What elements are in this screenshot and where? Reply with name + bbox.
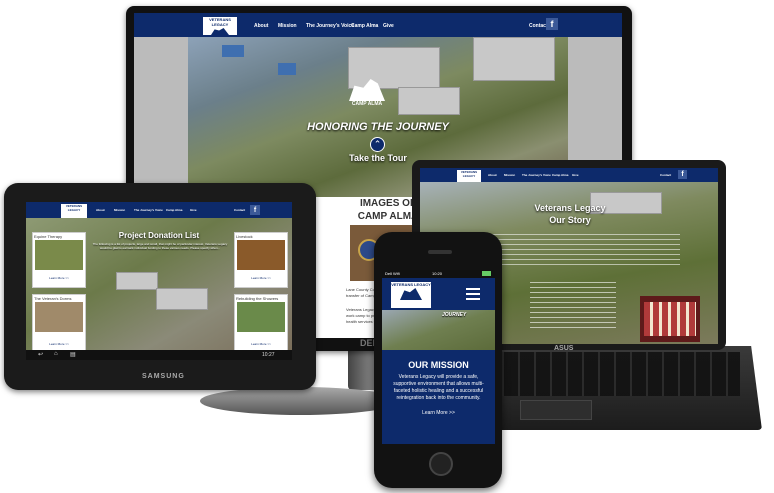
recent-apps-icon[interactable]: ▤: [70, 351, 76, 358]
learn-more-link[interactable]: Learn More >>: [235, 342, 287, 346]
card-title: Livestock: [236, 234, 253, 239]
tablet-navbar: VETERANS LEGACY About Mission The Journe…: [26, 202, 292, 219]
card-title: Equine Therapy: [34, 234, 63, 239]
tablet-page-title: Project Donation List: [118, 231, 200, 240]
phone-speaker: [428, 250, 452, 254]
learn-more-link[interactable]: Learn More >>: [235, 276, 287, 280]
dining-hall-image[interactable]: [640, 296, 700, 342]
phone-screen: Dell Wifi 10:20 VETERANS LEGACY JOURNEY …: [382, 270, 495, 444]
laptop-touchpad: [520, 400, 592, 420]
logo-text: VETERANS LEGACY: [460, 170, 478, 178]
mission-section: OUR MISSION Veterans Legacy will provide…: [382, 350, 495, 444]
learn-more-link[interactable]: Learn More >>: [33, 276, 85, 280]
learn-more-link[interactable]: Learn More >>: [33, 342, 85, 346]
building-image: [156, 288, 208, 310]
caption-text: health services fo: [346, 319, 378, 324]
card-image: [35, 302, 83, 332]
nav-give[interactable]: Give: [383, 23, 394, 29]
monitor-base: [200, 387, 400, 415]
nav-about[interactable]: About: [488, 173, 497, 177]
project-card[interactable]: Rebuilding the Showers Learn More >>: [234, 294, 288, 356]
caption-text: transfer of Camp: [346, 293, 376, 298]
card-image: [237, 240, 285, 270]
building-image: [116, 272, 158, 290]
laptop-story-text: [530, 282, 616, 332]
mission-text: Veterans Legacy will provide a safe, sup…: [393, 374, 484, 401]
phone-home-button[interactable]: [429, 452, 453, 476]
back-icon[interactable]: ↩: [38, 351, 43, 358]
phone-statusbar: Dell Wifi 10:20: [382, 270, 495, 278]
nav-journeys-voice[interactable]: The Journey's Voice: [134, 208, 163, 212]
tablet-clock: 10:27: [262, 352, 275, 358]
logo[interactable]: VETERANS LEGACY: [202, 16, 238, 36]
nav-about[interactable]: About: [96, 208, 105, 212]
laptop-title-line: Our Story: [549, 215, 591, 225]
building-image: [398, 87, 460, 115]
laptop-brand-logo: ASUS: [554, 345, 574, 352]
nav-journeys-voice[interactable]: The Journey's Voice: [306, 23, 354, 29]
tablet-brand-logo: SAMSUNG: [142, 373, 185, 380]
project-card[interactable]: Livestock Learn More >>: [234, 232, 288, 288]
building-image: [473, 37, 555, 81]
android-navbar: ↩ ⌂ ▤ 10:27: [26, 350, 292, 360]
nav-camp-alma[interactable]: Camp Alma: [351, 23, 378, 29]
project-card[interactable]: Equine Therapy Learn More >>: [32, 232, 86, 288]
mission-title: OUR MISSION: [408, 360, 469, 370]
nav-mission[interactable]: Mission: [278, 23, 297, 29]
nav-give[interactable]: Give: [572, 173, 579, 177]
laptop-title-line: Veterans Legacy: [534, 203, 606, 213]
horse-logo-icon: [211, 28, 229, 35]
project-card[interactable]: The Veteran's Dorms Learn More >>: [32, 294, 86, 356]
logo[interactable]: VETERANS LEGACY: [60, 203, 88, 219]
tablet-screen: VETERANS LEGACY About Mission The Journe…: [26, 202, 292, 360]
hero-title: HONORING THE JOURNEY: [307, 121, 449, 133]
horse-logo-icon: [349, 79, 385, 101]
laptop-hero-title: Veterans Legacy Our Story: [520, 202, 620, 226]
facebook-icon[interactable]: f: [678, 170, 687, 179]
nav-mission[interactable]: Mission: [504, 173, 515, 177]
card-title: Rebuilding the Showers: [236, 296, 279, 301]
logo-text: VETERANS LEGACY: [391, 282, 431, 287]
tablet-intro-text: The following is a list of projects, lar…: [92, 242, 228, 250]
monitor-navbar: VETERANS LEGACY About Mission The Journe…: [134, 13, 622, 37]
phone-clock: 10:20: [432, 271, 443, 276]
tent-image: [278, 63, 296, 75]
nav-give[interactable]: Give: [190, 208, 197, 212]
facebook-icon[interactable]: f: [546, 18, 558, 30]
home-icon[interactable]: ⌂: [54, 351, 58, 357]
hero-badge-text: CAMP ALMA: [351, 101, 383, 107]
logo[interactable]: VETERANS LEGACY: [390, 281, 432, 309]
nav-about[interactable]: About: [254, 23, 268, 29]
logo-text: VETERANS LEGACY: [209, 17, 231, 27]
phone-hero-image: JOURNEY: [382, 310, 495, 350]
hamburger-menu-icon[interactable]: [466, 288, 480, 300]
phone-navbar: VETERANS LEGACY: [382, 278, 495, 310]
card-image: [35, 240, 83, 270]
logo-text: VETERANS LEGACY: [65, 204, 83, 212]
camp-alma-badge: CAMP ALMA: [342, 77, 392, 111]
phone-banner-text: JOURNEY: [442, 312, 467, 318]
card-image: [237, 302, 285, 332]
nav-contact[interactable]: Contact: [234, 208, 245, 212]
nav-camp-alma[interactable]: Camp Alma: [552, 173, 568, 177]
battery-icon: [482, 271, 491, 276]
nav-journeys-voice[interactable]: The Journey's Voice: [522, 173, 551, 177]
facebook-icon[interactable]: f: [250, 205, 260, 215]
nav-mission[interactable]: Mission: [114, 208, 125, 212]
logo[interactable]: VETERANS LEGACY: [456, 169, 482, 183]
nav-contact[interactable]: Contact: [660, 173, 671, 177]
chairs-image: [644, 302, 696, 336]
chevron-up-icon[interactable]: ⌃: [370, 137, 385, 152]
carrier-text: Dell Wifi: [385, 271, 400, 276]
learn-more-link[interactable]: Learn More >>: [382, 410, 495, 416]
horse-logo-icon: [400, 288, 422, 300]
laptop-navbar: VETERANS LEGACY About Mission The Journe…: [420, 168, 718, 183]
card-title: The Veteran's Dorms: [34, 296, 72, 301]
tent-image: [222, 45, 244, 57]
nav-contact[interactable]: Contact: [529, 23, 548, 29]
nav-camp-alma[interactable]: Camp Alma: [166, 208, 182, 212]
